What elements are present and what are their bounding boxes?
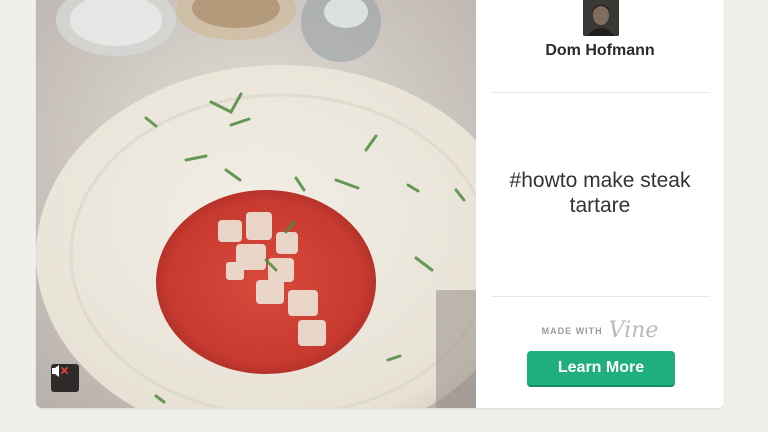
mute-toggle-button[interactable] [51, 364, 79, 392]
made-with-vine-badge[interactable]: MADE WITH Vine [476, 318, 724, 343]
divider [492, 92, 710, 93]
author-name[interactable]: Dom Hofmann [476, 42, 724, 60]
made-with-label: MADE WITH [541, 325, 603, 336]
avatar[interactable] [583, 0, 619, 36]
post-caption: #howto make steak tartare [509, 169, 691, 217]
speaker-muted-icon [52, 365, 68, 377]
avatar-image [583, 0, 619, 36]
video-frame-image [36, 0, 476, 408]
vine-embed-card: Dom Hofmann #howto make steak tartare MA… [36, 0, 724, 408]
post-sidebar: Dom Hofmann #howto make steak tartare MA… [476, 0, 724, 408]
vine-logo: Vine [608, 318, 659, 343]
video-player[interactable] [36, 0, 476, 408]
learn-more-button[interactable]: Learn More [527, 351, 675, 387]
divider [492, 296, 710, 297]
